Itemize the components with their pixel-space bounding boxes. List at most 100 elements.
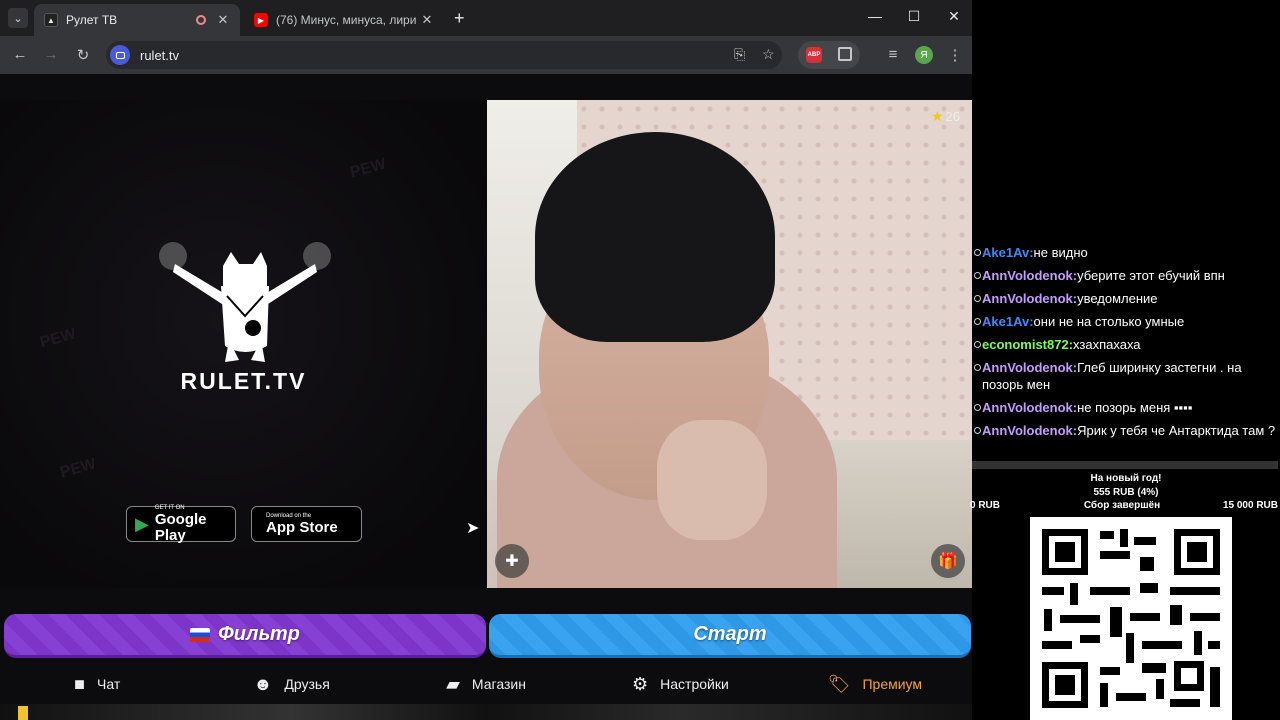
tab-youtube[interactable]: ▶ (76) Минус, минуса, лирическ ✕ <box>244 4 444 36</box>
google-play-icon: ▶ <box>135 513 149 534</box>
rulet-cat-logo-icon <box>159 242 331 362</box>
mouse-cursor-icon: ➤ <box>466 520 480 537</box>
next-video-strip <box>0 704 972 720</box>
chat-text: уберите этот ебучий впн <box>1077 268 1225 283</box>
maximize-button[interactable]: ☐ <box>899 8 929 25</box>
tab-title: (76) Минус, минуса, лирическ <box>276 13 416 27</box>
tab-rulet[interactable]: ▲ Рулет ТВ ✕ <box>34 4 240 36</box>
gamepad-icon: ✚ <box>505 553 519 570</box>
tab-search-button[interactable]: ⌄ <box>8 8 28 28</box>
start-label: Старт <box>693 623 767 645</box>
nav-settings[interactable]: ⚙ Настройки <box>583 664 777 704</box>
extensions-puzzle-icon[interactable] <box>838 47 852 61</box>
start-button[interactable]: Старт <box>489 614 971 658</box>
chevron-down-icon: ⌄ <box>13 12 23 25</box>
back-button[interactable]: ← <box>11 46 29 63</box>
shop-icon: ▰ <box>446 673 460 694</box>
person-hat <box>535 132 775 342</box>
reload-button[interactable]: ↻ <box>74 46 92 64</box>
close-tab-icon[interactable]: ✕ <box>216 12 230 28</box>
install-app-icon[interactable]: ⎘ <box>734 46 745 63</box>
bookmark-star-icon[interactable]: ☆ <box>762 46 775 63</box>
abp-label: ABP <box>807 52 821 58</box>
profile-avatar[interactable]: Я <box>915 46 933 64</box>
forward-button[interactable]: → <box>42 46 60 63</box>
nav-premium[interactable]: 🏷 Премиум <box>778 664 972 704</box>
logo-panel: PEW PEW PEW RULET.TV ▶ GET IT ON Google P… <box>0 100 487 588</box>
rulet-page: PEW PEW PEW RULET.TV ▶ GET IT ON Google P… <box>0 74 972 720</box>
google-play-label: Google Play <box>154 510 207 544</box>
chat-nick: AnnVolodenok: <box>982 291 1078 306</box>
close-window-button[interactable]: ✕ <box>939 8 969 25</box>
goal-max: 15 000 RUB <box>1222 500 1278 511</box>
nav-shop[interactable]: ▰ Магазин <box>389 664 583 704</box>
chat-text: уведомление <box>1077 291 1158 306</box>
friends-icon: ☻ <box>253 673 273 694</box>
nav-label: Магазин <box>471 676 526 692</box>
google-play-button[interactable]: ▶ GET IT ON Google Play <box>126 505 236 544</box>
chat-message: AnnVolodenok:уберите этот ебучий впн <box>974 267 1280 284</box>
browser-menu-icon[interactable]: ⋮ <box>946 46 964 64</box>
pew-doodle: PEW <box>58 455 98 482</box>
video-feed: ★ 26 ✚ 🎁 <box>487 100 972 588</box>
app-store-label: App Store <box>266 518 338 536</box>
chat-nick: AnnVolodenok: <box>982 268 1078 283</box>
gift-button[interactable]: 🎁 <box>931 544 965 578</box>
chat-nick: Ake1Av: <box>982 314 1034 329</box>
chat-text: Ярик у тебя че Антарктида там ? <box>1077 423 1276 438</box>
nav-chat[interactable]: ■ Чат <box>0 664 194 704</box>
stream-overlay: Ake1Av:не видно AnnVolodenok:уберите этот… <box>970 0 1280 720</box>
nav-label: Премиум <box>862 676 923 692</box>
chat-message: economist872:хзахпахаха <box>974 336 1280 353</box>
bottom-nav: ■ Чат ☻ Друзья ▰ Магазин ⚙ Настройки 🏷 Премиу… <box>0 664 972 704</box>
nav-friends[interactable]: ☻ Друзья <box>194 664 388 704</box>
pew-doodle: PEW <box>348 155 388 182</box>
youtube-favicon-icon: ▶ <box>254 13 268 27</box>
russia-flag-icon <box>190 627 211 642</box>
site-info-icon[interactable] <box>110 45 130 65</box>
chat-message: AnnVolodenok:уведомление <box>974 290 1280 307</box>
strip-marker <box>18 706 28 720</box>
minimize-button[interactable]: — <box>860 8 890 24</box>
pew-doodle: PEW <box>38 325 78 352</box>
chat-message: AnnVolodenok:Глеб ширинку застегни . на … <box>974 359 1280 393</box>
chat-message: Ake1Av:они не на столько умные <box>974 313 1280 330</box>
reading-list-icon[interactable]: ≡ <box>884 46 902 63</box>
new-tab-button[interactable]: + <box>454 8 465 29</box>
chat-message: AnnVolodenok:Ярик у тебя че Антарктида т… <box>974 422 1280 439</box>
browser-toolbar: ← → ↻ rulet.tv ⎘ ☆ ABP ≡ Я ⋮ <box>0 36 972 74</box>
address-bar[interactable]: rulet.tv ⎘ ☆ <box>106 41 782 69</box>
premium-icon: 🏷 <box>827 673 851 694</box>
adblock-plus-icon[interactable]: ABP <box>806 47 822 63</box>
gift-icon: 🎁 <box>938 553 958 570</box>
nav-label: Друзья <box>284 676 330 692</box>
donation-goal: На новый год! 555 RUB (4%) 0 RUB Сбор за… <box>970 472 1280 514</box>
url-text: rulet.tv <box>140 47 180 63</box>
chat-text: хзахпахаха <box>1073 337 1141 352</box>
tab-title: Рулет ТВ <box>66 13 118 27</box>
chat-message: AnnVolodenok:не позорь меня ▪▪▪▪ <box>974 399 1280 416</box>
nav-label: Чат <box>97 676 121 692</box>
chat-nick: AnnVolodenok: <box>982 360 1078 375</box>
chat-footer <box>972 461 1278 469</box>
rating-star-icon: ★ 26 <box>930 108 960 124</box>
filter-button[interactable]: Фильтр <box>4 614 486 658</box>
filter-label: Фильтр <box>218 623 300 645</box>
extensions-group: ABP <box>798 41 860 69</box>
recording-indicator-icon <box>196 15 206 25</box>
chat-message: Ake1Av:не видно <box>974 244 1280 261</box>
chat-nick: AnnVolodenok: <box>982 423 1078 438</box>
donation-qr-code <box>1030 517 1232 720</box>
chat-nick: AnnVolodenok: <box>982 400 1078 415</box>
goal-amount: 555 RUB (4%) <box>1093 487 1159 498</box>
star-count: 26 <box>945 109 960 124</box>
chat-list: Ake1Av:не видно AnnVolodenok:уберите этот… <box>974 244 1280 445</box>
settings-icon: ⚙ <box>632 673 649 694</box>
nav-label: Настройки <box>660 676 729 692</box>
gamepad-button[interactable]: ✚ <box>495 544 529 578</box>
close-tab-icon[interactable]: ✕ <box>420 12 434 28</box>
app-store-button[interactable]: Download on the App Store <box>251 506 362 542</box>
chat-icon: ■ <box>74 673 86 694</box>
goal-title: На новый год! <box>1090 473 1162 484</box>
chat-nick: Ake1Av: <box>982 245 1034 260</box>
